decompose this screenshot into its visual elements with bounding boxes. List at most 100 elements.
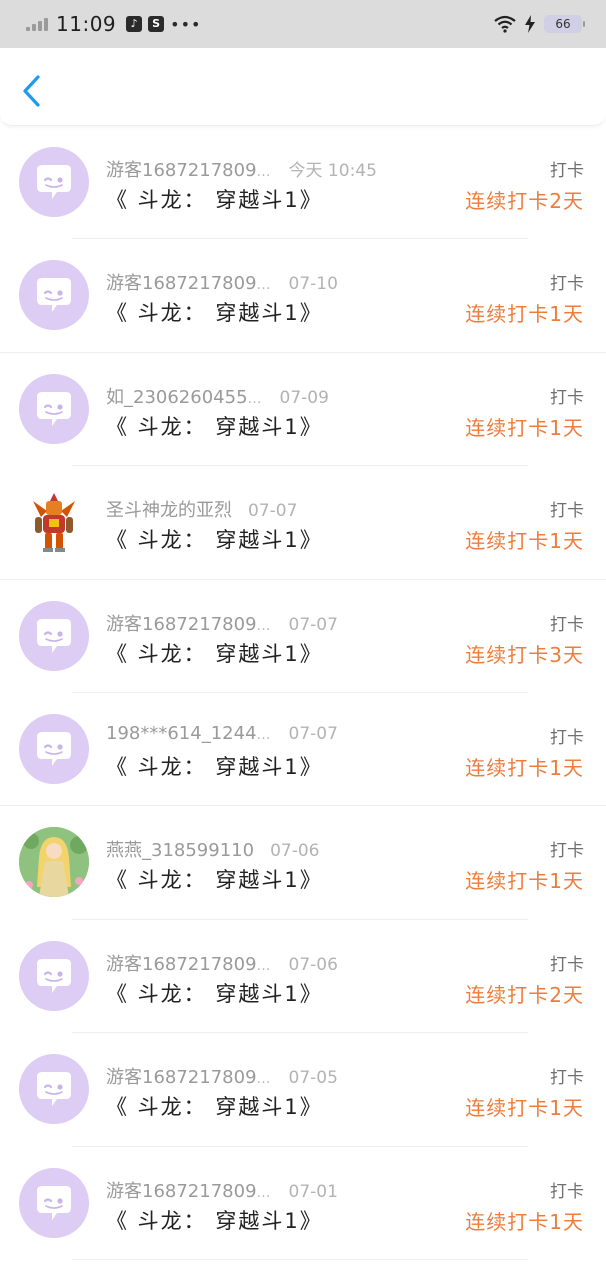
checkin-row[interactable]: 198***614_1244… 07-07 《 斗龙： 穿越斗1》 打卡连续打卡1天 xyxy=(0,693,606,807)
name-date-line: 圣斗神龙的亚烈 07-07 xyxy=(106,496,297,522)
streak-badge: 连续打卡1天 xyxy=(465,415,584,440)
user-avatar[interactable] xyxy=(19,260,89,331)
checkin-row[interactable]: 圣斗神龙的亚烈 07-07 《 斗龙： 穿越斗1》 打卡 连续打卡1天 xyxy=(0,466,606,580)
wifi-icon xyxy=(494,15,516,33)
user-name[interactable]: 游客1687217809 xyxy=(106,1177,257,1203)
post-date: 07-01 xyxy=(288,1181,338,1202)
chat-bubble-icon xyxy=(37,1072,71,1107)
checkin-label: 打卡 xyxy=(550,727,584,748)
book-title: 《 斗龙： 穿越斗1》 xyxy=(106,754,323,779)
name-ellipsis: … xyxy=(256,164,271,180)
checkin-row[interactable]: 游客1687217809… 07-05 《 斗龙： 穿越斗1》 打卡 连续打卡1天 xyxy=(0,1033,606,1147)
robot-figure-icon xyxy=(33,493,75,553)
checkin-label: 打卡 xyxy=(550,274,584,295)
battery-indicator: 66 xyxy=(544,15,585,33)
post-date: 今天 10:45 xyxy=(288,161,377,181)
name-date-line: 游客1687217809… 07-07 xyxy=(106,610,338,636)
more-notifications-icon: ••• xyxy=(170,14,202,34)
user-name[interactable]: 游客1687217809 xyxy=(106,269,257,295)
streak-badge: 连续打卡1天 xyxy=(465,1096,584,1121)
book-title: 《 斗龙： 穿越斗1》 xyxy=(106,981,323,1006)
name-date-line: 如_2306260455… 07-09 xyxy=(106,383,329,409)
name-ellipsis: … xyxy=(256,277,271,294)
checkin-row[interactable]: 游客1687217809… 07-06 《 斗龙： 穿越斗1》 打卡 连续打卡2天 xyxy=(0,920,606,1034)
book-title: 《 斗龙： 穿越斗1》 xyxy=(106,301,323,326)
user-avatar[interactable] xyxy=(19,1054,89,1125)
name-ellipsis: … xyxy=(256,1071,271,1088)
checkin-row[interactable]: 游客1687217809… 07-10 《 斗龙： 穿越斗1》 打卡连续打卡1天 xyxy=(0,239,606,354)
user-name[interactable]: 如_2306260455 xyxy=(106,383,248,409)
chat-bubble-icon xyxy=(37,731,71,766)
chevron-left-icon xyxy=(23,75,40,107)
checkin-label: 打卡 xyxy=(550,614,584,635)
checkin-label: 打卡 xyxy=(550,1181,584,1202)
chat-bubble-icon xyxy=(37,618,71,653)
streak-badge: 连续打卡1天 xyxy=(465,869,584,894)
user-avatar[interactable] xyxy=(19,827,89,898)
post-date: 07-06 xyxy=(270,841,320,862)
chat-bubble-icon xyxy=(37,1185,71,1220)
streak-badge: 连续打卡1天 xyxy=(465,1209,584,1234)
user-avatar[interactable] xyxy=(19,713,89,784)
checkin-label: 打卡 xyxy=(550,387,584,408)
chat-bubble-icon xyxy=(37,278,71,313)
user-name[interactable]: 游客1687217809 xyxy=(106,950,257,976)
name-ellipsis: … xyxy=(256,957,271,974)
book-title: 《 斗龙： 穿越斗1》 xyxy=(106,528,323,553)
post-date: 07-07 xyxy=(288,723,338,744)
user-name[interactable]: 游客1687217809 xyxy=(106,156,257,182)
status-time: 11:09 xyxy=(56,12,117,36)
book-title: 《 斗龙： 穿越斗1》 xyxy=(106,868,323,893)
name-ellipsis: … xyxy=(256,1184,271,1201)
user-avatar[interactable] xyxy=(19,147,89,217)
checkin-row[interactable]: 游客1687217809… 07-07 《 斗龙： 穿越斗1》 打卡连续打卡3天 xyxy=(0,580,606,694)
name-date-line: 游客1687217809… 07-10 xyxy=(106,269,338,295)
book-title: 《 斗龙： 穿越斗1》 xyxy=(106,1095,323,1120)
user-name[interactable]: 圣斗神龙的亚烈 xyxy=(106,496,232,522)
user-name[interactable]: 游客1687217809 xyxy=(106,610,257,636)
checkin-row[interactable]: 游客1687217809… 07-01 《 斗龙： 穿越斗1》 打卡 连续打卡1天 xyxy=(0,1147,606,1261)
streak-badge: 连续打卡2天 xyxy=(465,189,584,213)
user-avatar[interactable] xyxy=(19,487,89,557)
streak-badge: 连续打卡2天 xyxy=(465,982,584,1007)
user-name[interactable]: 燕燕_318599110 xyxy=(106,836,254,862)
user-avatar[interactable] xyxy=(19,373,89,444)
streak-badge: 连续打卡1天 xyxy=(465,755,584,780)
user-name[interactable]: 198***614_1244 xyxy=(106,723,257,744)
checkin-label: 打卡 xyxy=(550,501,584,522)
book-title: 《 斗龙： 穿越斗1》 xyxy=(106,641,323,666)
streak-badge: 连续打卡1天 xyxy=(465,302,584,327)
post-date: 07-09 xyxy=(279,387,329,408)
checkin-label: 打卡 xyxy=(550,161,584,181)
name-ellipsis: … xyxy=(256,726,271,743)
chat-bubble-icon xyxy=(37,165,71,199)
status-bar: 11:09 ♪ S ••• 66 xyxy=(0,0,606,48)
name-date-line: 198***614_1244… 07-07 xyxy=(106,723,338,744)
tiktok-icon: ♪ xyxy=(126,16,143,32)
book-title: 《 斗龙： 穿越斗1》 xyxy=(106,414,323,439)
name-date-line: 游客1687217809… 07-05 xyxy=(106,1063,338,1089)
checkin-label: 打卡 xyxy=(550,841,584,862)
user-avatar[interactable] xyxy=(19,1167,89,1238)
streak-badge: 连续打卡3天 xyxy=(465,642,584,667)
name-ellipsis: … xyxy=(247,390,262,407)
user-avatar[interactable] xyxy=(19,600,89,671)
user-name[interactable]: 游客1687217809 xyxy=(106,1063,257,1089)
checkin-row[interactable]: 如_2306260455… 07-09 《 斗龙： 穿越斗1》 打卡连续打卡1天 xyxy=(0,353,606,467)
app-s-icon: S xyxy=(148,16,165,32)
post-date: 07-07 xyxy=(248,501,298,522)
name-date-line: 游客1687217809… 07-01 xyxy=(106,1177,338,1203)
user-avatar[interactable] xyxy=(19,940,89,1011)
checkin-label: 打卡 xyxy=(550,954,584,975)
book-title: 《 斗龙： 穿越斗1》 xyxy=(106,188,323,212)
name-date-line: 游客1687217809… 今天 10:45 xyxy=(106,156,377,182)
nav-header xyxy=(0,48,606,126)
name-ellipsis: … xyxy=(256,617,271,634)
charging-bolt-icon xyxy=(525,15,535,33)
checkin-row[interactable]: 游客1687217809… 今天 10:45 《 斗龙： 穿越斗1》 打卡连续打卡2天 xyxy=(0,126,606,240)
checkin-list: 游客1687217809… 今天 10:45 《 斗龙： 穿越斗1》 打卡 连续打卡2天… xyxy=(0,126,606,1261)
post-date: 07-05 xyxy=(288,1068,338,1089)
checkin-row[interactable]: 燕燕_318599110 07-06 《 斗龙： 穿越斗1》 打卡连续打卡1天 xyxy=(0,806,606,921)
signal-icon xyxy=(26,17,48,31)
back-button[interactable] xyxy=(18,74,48,108)
